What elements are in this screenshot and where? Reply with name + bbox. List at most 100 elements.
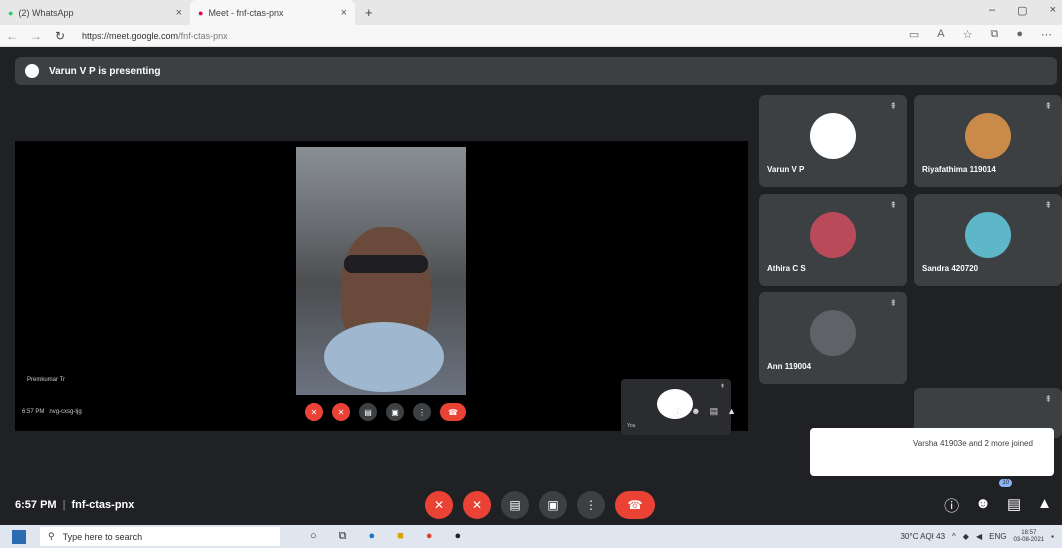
clock-date: 03-08-2021 bbox=[1013, 536, 1045, 543]
back-icon[interactable]: ← bbox=[0, 29, 24, 43]
clock[interactable]: 18:57 03-08-2021 bbox=[1013, 530, 1044, 544]
participant-avatar bbox=[810, 310, 856, 356]
inner-present-icon[interactable]: ▣ bbox=[386, 403, 404, 421]
separator: | bbox=[62, 499, 66, 511]
notification-icon[interactable]: ▪ bbox=[1051, 532, 1054, 541]
whatsapp-icon: ● bbox=[8, 7, 14, 18]
pin-icon[interactable]: ⇞ bbox=[889, 298, 897, 309]
participant-avatar bbox=[810, 113, 856, 159]
people-icon[interactable]: ☻ bbox=[975, 495, 991, 516]
tab-label: Meet - fnf-ctas-pnx bbox=[208, 7, 284, 18]
participant-tile[interactable]: ⇞ Sandra 420720 bbox=[914, 194, 1062, 286]
inner-right-controls: ⓘ ☻ ▤ ▲ bbox=[673, 406, 736, 419]
participant-tile[interactable]: ⇞ Athira C S bbox=[759, 194, 907, 286]
inner-control-bar: 6:57 PM nvg-cxsg-tjg ✕ ✕ ▤ ▣ ⋮ ☎ ⓘ ☻ ▤ ▲ bbox=[15, 397, 748, 427]
captions-icon[interactable]: ▤ bbox=[501, 491, 529, 519]
inner-controls: ✕ ✕ ▤ ▣ ⋮ ☎ bbox=[305, 403, 466, 421]
inner-time: 6:57 PM bbox=[22, 409, 45, 415]
chrome-icon[interactable]: ● bbox=[426, 530, 433, 543]
windows-start-icon[interactable] bbox=[12, 529, 26, 544]
forward-icon[interactable]: → bbox=[24, 29, 48, 43]
inner-activities-icon[interactable]: ▲ bbox=[727, 406, 736, 419]
participant-tile[interactable]: ⇞ Varun V P bbox=[759, 95, 907, 187]
side-controls: ⓘ ☻ ▤ ▲ bbox=[944, 495, 1052, 516]
close-tab-icon[interactable]: × bbox=[341, 7, 347, 19]
presenter-avatar-icon bbox=[25, 64, 39, 78]
presenter-label: Premkumar Tr bbox=[27, 377, 66, 383]
url-path: /fnf-ctas-pnx bbox=[178, 30, 228, 41]
inner-end-call-icon[interactable]: ☎ bbox=[440, 403, 466, 421]
call-controls: ✕ ✕ ▤ ▣ ⋮ ☎ bbox=[425, 491, 655, 519]
app-icon[interactable]: ● bbox=[454, 530, 461, 543]
inner-info-icon[interactable]: ⓘ bbox=[673, 406, 682, 419]
inner-camera-off-icon[interactable]: ✕ bbox=[332, 403, 350, 421]
meet-area: Varun V P is presenting Premkumar Tr ⇞ Y… bbox=[0, 47, 1062, 525]
meeting-time: 6:57 PM bbox=[15, 499, 57, 511]
inner-captions-icon[interactable]: ▤ bbox=[359, 403, 377, 421]
new-tab-button[interactable]: + bbox=[365, 5, 373, 20]
file-explorer-icon[interactable]: ■ bbox=[397, 530, 404, 543]
chat-icon[interactable]: ▤ bbox=[1007, 495, 1021, 516]
more-menu-icon[interactable]: ⋯ bbox=[1041, 28, 1052, 41]
close-tab-icon[interactable]: × bbox=[176, 7, 182, 19]
people-count-badge: 10 bbox=[999, 479, 1012, 487]
meet-control-bar: 6:57 PM | fnf-ctas-pnx ✕ ✕ ▤ ▣ ⋮ ☎ ⓘ ☻ ▤ ▲… bbox=[0, 479, 1062, 525]
wifi-icon[interactable]: ◆ bbox=[963, 532, 969, 541]
more-options-icon[interactable]: ⋮ bbox=[577, 491, 605, 519]
participant-avatar bbox=[965, 113, 1011, 159]
profile-icon[interactable]: ● bbox=[1016, 28, 1023, 41]
face-mask bbox=[324, 322, 444, 392]
reload-icon[interactable]: ↻ bbox=[48, 29, 72, 43]
pin-icon[interactable]: ⇞ bbox=[1044, 101, 1052, 112]
clock-time: 18:57 bbox=[1021, 529, 1037, 536]
activities-icon[interactable]: ▲ bbox=[1037, 495, 1052, 516]
search-placeholder: Type here to search bbox=[62, 531, 143, 542]
tab-whatsapp[interactable]: ● (2) WhatsApp × bbox=[0, 0, 190, 25]
pin-icon[interactable]: ⇞ bbox=[1044, 200, 1052, 211]
present-icon[interactable]: ▣ bbox=[539, 491, 567, 519]
search-icon: ⚲ bbox=[48, 531, 55, 541]
task-view-icon[interactable]: ⧉ bbox=[339, 530, 347, 543]
pin-icon[interactable]: ⇞ bbox=[1044, 394, 1052, 405]
taskbar-search[interactable]: ⚲ Type here to search bbox=[40, 527, 280, 546]
inner-more-icon[interactable]: ⋮ bbox=[413, 403, 431, 421]
join-notification-text: Varsha 41903e and 2 more joined bbox=[913, 439, 1033, 448]
edge-icon[interactable]: ● bbox=[369, 530, 376, 543]
shared-screen: Premkumar Tr ⇞ You 6:57 PM nvg-cxsg-tjg … bbox=[15, 141, 748, 435]
camera-off-icon[interactable]: ✕ bbox=[463, 491, 491, 519]
presenting-banner: Varun V P is presenting bbox=[15, 57, 1057, 85]
weather-text[interactable]: 30°C AQI 43 bbox=[900, 532, 945, 541]
inner-people-icon[interactable]: ☻ bbox=[691, 406, 700, 419]
pin-icon[interactable]: ⇞ bbox=[720, 383, 725, 390]
participant-name: Sandra 420720 bbox=[922, 264, 979, 273]
read-aloud-icon[interactable]: A bbox=[937, 28, 944, 41]
lang-text[interactable]: ENG bbox=[989, 532, 1006, 541]
url-field[interactable]: https://meet.google.com/fnf-ctas-pnx bbox=[82, 31, 228, 41]
collections-icon[interactable]: ⧉ bbox=[990, 28, 998, 41]
end-call-icon[interactable]: ☎ bbox=[615, 491, 655, 519]
inner-mic-off-icon[interactable]: ✕ bbox=[305, 403, 323, 421]
cortana-icon[interactable]: ○ bbox=[310, 530, 317, 543]
close-window-button[interactable]: × bbox=[1050, 4, 1056, 17]
tab-meet[interactable]: ● Meet - fnf-ctas-pnx × bbox=[190, 0, 355, 25]
camera-icon[interactable]: ▭ bbox=[909, 28, 919, 41]
sunglasses bbox=[344, 255, 428, 273]
participant-name: Athira C S bbox=[767, 264, 806, 273]
participant-tile[interactable]: ⇞ Ann 119004 bbox=[759, 292, 907, 384]
volume-icon[interactable]: ◀ bbox=[976, 532, 982, 541]
presenting-text: Varun V P is presenting bbox=[49, 65, 161, 77]
inner-code: nvg-cxsg-tjg bbox=[49, 409, 82, 415]
maximize-button[interactable]: ▢ bbox=[1017, 4, 1027, 17]
participant-tile[interactable]: ⇞ Riyafathima 119014 bbox=[914, 95, 1062, 187]
tray-chevron-icon[interactable]: ^ bbox=[952, 532, 956, 541]
meeting-details-icon[interactable]: ⓘ bbox=[944, 495, 959, 516]
inner-chat-icon[interactable]: ▤ bbox=[710, 406, 719, 419]
favorites-icon[interactable]: ☆ bbox=[963, 28, 973, 41]
taskbar-apps: ○ ⧉ ● ■ ● ● bbox=[310, 530, 461, 543]
meeting-code: fnf-ctas-pnx bbox=[71, 499, 135, 511]
minimize-button[interactable]: – bbox=[989, 4, 995, 17]
mic-off-icon[interactable]: ✕ bbox=[425, 491, 453, 519]
pin-icon[interactable]: ⇞ bbox=[889, 200, 897, 211]
pin-icon[interactable]: ⇞ bbox=[889, 101, 897, 112]
inner-meeting-info: 6:57 PM nvg-cxsg-tjg bbox=[22, 409, 82, 415]
